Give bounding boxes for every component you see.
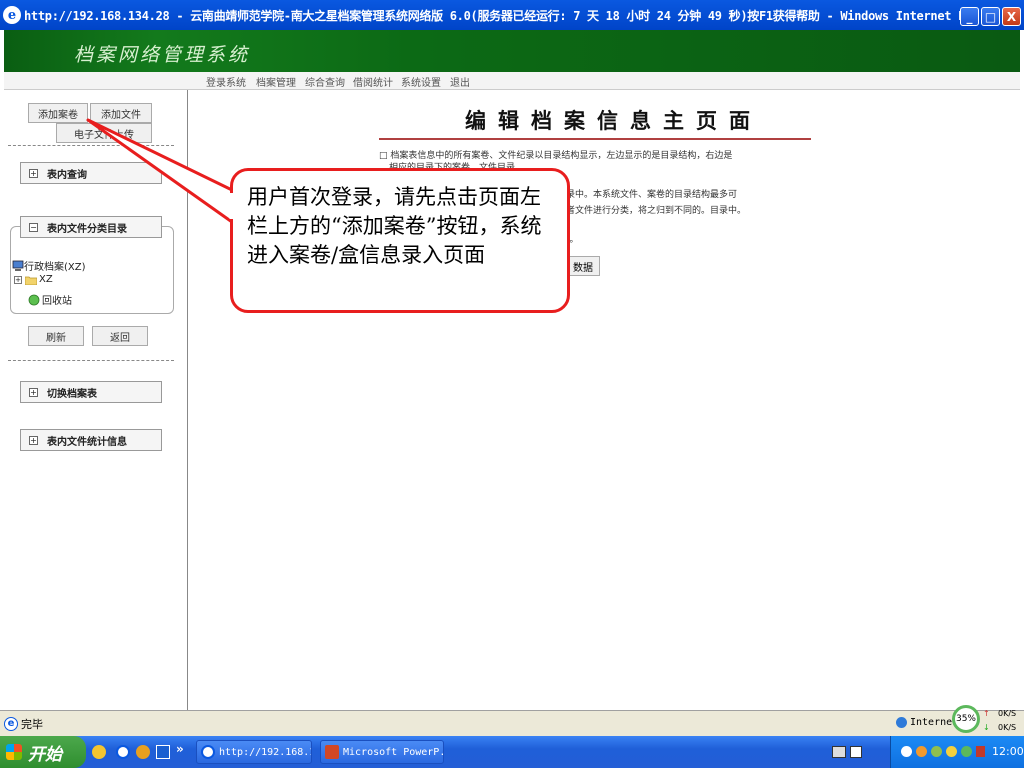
windows-logo-icon <box>6 744 22 760</box>
quicklaunch-messenger-icon[interactable] <box>92 745 106 759</box>
zone-label: Internet <box>910 717 959 728</box>
tray-icon-5[interactable] <box>961 746 972 757</box>
tray-icon-1[interactable] <box>901 746 912 757</box>
task-ie-window[interactable]: http://192.168.1... <box>196 740 312 764</box>
help-icon[interactable] <box>850 746 862 758</box>
quicklaunch-browser-icon[interactable] <box>136 745 150 759</box>
quicklaunch-more[interactable]: » <box>176 742 184 756</box>
globe-icon <box>896 717 907 728</box>
down-speed: 0K/S <box>998 723 1017 732</box>
volume-icon[interactable] <box>976 746 985 757</box>
start-button[interactable]: 开始 <box>0 736 86 768</box>
ie-page-icon: e <box>4 717 18 731</box>
up-arrow-icon: ↑ <box>983 709 990 718</box>
status-text: 完毕 <box>21 718 43 731</box>
ie-icon <box>201 745 215 759</box>
status-text-wrap: e 完毕 <box>4 716 43 732</box>
keyboard-icon[interactable] <box>832 746 846 758</box>
callout-pointer-joint <box>229 193 235 219</box>
up-speed: 0K/S <box>998 709 1017 718</box>
status-bar: e 完毕 Internet 35% ↑ 0K/S ↓ 0K/S <box>0 705 1024 736</box>
tray-icon-3[interactable] <box>931 746 942 757</box>
powerpoint-icon <box>325 745 339 759</box>
task-ppt-label: Microsoft PowerP... <box>343 746 443 758</box>
tray-icon-4[interactable] <box>946 746 957 757</box>
task-powerpoint-window[interactable]: Microsoft PowerP... <box>320 740 444 764</box>
clock: 12:00 <box>992 745 1024 758</box>
quicklaunch-ie-icon[interactable] <box>116 745 130 759</box>
tray-icon-2[interactable] <box>916 746 927 757</box>
task-ie-label: http://192.168.1... <box>219 746 311 758</box>
zone-indicator: Internet <box>896 717 958 728</box>
quicklaunch-desktop-icon[interactable] <box>156 745 170 759</box>
network-meter: 35% <box>952 705 980 733</box>
taskbar: 开始 » http://192.168.1... Microsoft Power… <box>0 736 1024 768</box>
system-tray: 12:00 <box>890 736 1024 768</box>
start-label: 开始 <box>28 744 62 765</box>
down-arrow-icon: ↓ <box>983 723 990 732</box>
